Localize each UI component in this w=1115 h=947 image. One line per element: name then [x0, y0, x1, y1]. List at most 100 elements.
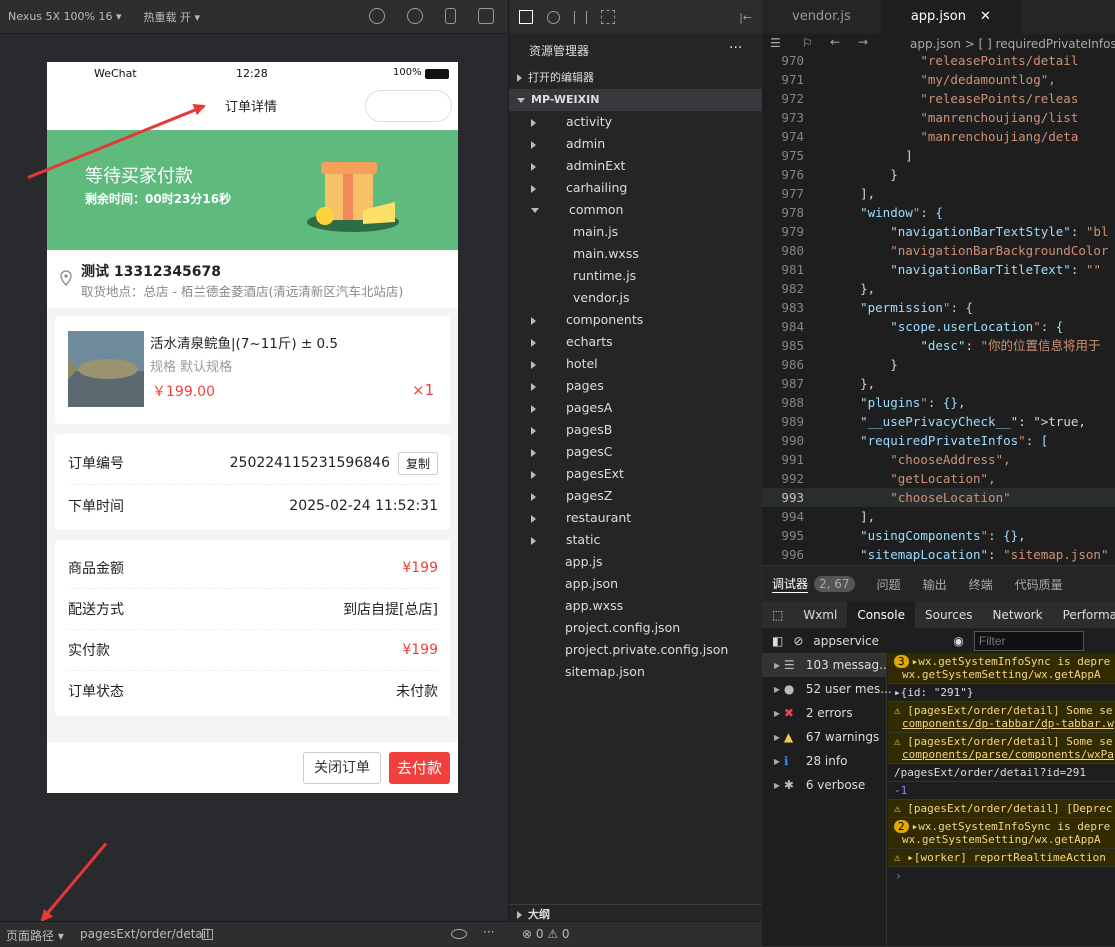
file-item[interactable]: sitemap.json: [509, 661, 762, 683]
inspect-icon[interactable]: ⬚: [762, 602, 793, 628]
code-line: 991 "chooseAddress",: [762, 450, 1115, 469]
console-tab[interactable]: Sources: [915, 602, 982, 628]
issue-count-badge[interactable]: 2, 67: [814, 576, 855, 592]
pay-button[interactable]: 去付款: [389, 752, 450, 784]
explorer-more-icon[interactable]: ···: [729, 40, 742, 56]
folder-item[interactable]: pages: [509, 375, 762, 397]
debug-tab[interactable]: 调试器: [772, 575, 809, 593]
file-item[interactable]: app.wxss: [509, 595, 762, 617]
line-number: 983: [781, 300, 804, 315]
debug-tab[interactable]: 代码质量: [1015, 576, 1063, 593]
code-line: 982 },: [762, 279, 1115, 298]
console-tab[interactable]: Network: [982, 602, 1052, 628]
category-item[interactable]: ▸ ▲ 67 warnings: [762, 725, 886, 749]
problems-count[interactable]: ⊗ 0 ⚠ 0: [522, 927, 570, 941]
folder-item[interactable]: pagesExt: [509, 463, 762, 485]
phone-icon[interactable]: [445, 8, 456, 24]
console-tab[interactable]: Performa: [1053, 602, 1115, 628]
debug-tab[interactable]: 输出: [923, 576, 947, 593]
chevron-right-icon: [531, 118, 536, 127]
message-line: [pagesExt/order/detail] [Deprec: [907, 802, 1113, 815]
line-text: "manrenchoujiang/deta: [920, 129, 1079, 144]
chevron-right-icon: [531, 162, 536, 171]
tab-vendor-js[interactable]: vendor.js: [762, 0, 881, 34]
file-item[interactable]: vendor.js: [509, 287, 762, 309]
context-select[interactable]: appservice: [813, 634, 943, 648]
close-icon[interactable]: ✕: [980, 9, 991, 24]
code-area[interactable]: 970 "releasePoints/detail 971 "my/dedamou…: [762, 51, 1115, 565]
folder-item[interactable]: activity: [509, 111, 762, 133]
eye-icon[interactable]: [451, 929, 467, 939]
search-icon[interactable]: [547, 10, 560, 24]
git-icon[interactable]: [574, 10, 587, 24]
folder-item[interactable]: pagesA: [509, 397, 762, 419]
file-item[interactable]: main.js: [509, 221, 762, 243]
folder-item[interactable]: restaurant: [509, 507, 762, 529]
page-path-label[interactable]: 页面路径 ▾: [6, 927, 64, 944]
list-icon[interactable]: ☰: [770, 36, 781, 50]
forward-icon[interactable]: →: [858, 35, 868, 49]
copy-icon[interactable]: [202, 929, 213, 940]
collapse-panel-icon[interactable]: |←: [739, 11, 752, 24]
folder-item[interactable]: components: [509, 309, 762, 331]
file-item[interactable]: app.js: [509, 551, 762, 573]
clear-console-icon[interactable]: ⊘: [793, 634, 803, 648]
category-item[interactable]: ▸ ☰ 103 messag...: [762, 653, 891, 677]
line-text: }: [830, 357, 898, 372]
folder-item[interactable]: echarts: [509, 331, 762, 353]
stop-icon[interactable]: [407, 8, 423, 24]
live-expression-icon[interactable]: ◉: [953, 634, 963, 648]
folder-item[interactable]: pagesC: [509, 441, 762, 463]
product-qty: ×1: [412, 381, 435, 399]
status-banner: 等待买家付款 剩余时间：00时23分16秒: [47, 130, 458, 250]
battery-icon: [425, 69, 449, 79]
file-item[interactable]: project.private.config.json: [509, 639, 762, 661]
debug-tab[interactable]: 终端: [969, 576, 993, 593]
folder-item[interactable]: common: [509, 199, 762, 221]
device-selector[interactable]: Nexus 5X 100% 16 ▾: [8, 10, 122, 23]
product-card[interactable]: 活水清泉鲩鱼|(7~11斤) ± 0.5 规格 默认规格 ￥199.00 ×1: [55, 316, 450, 424]
folder-item[interactable]: carhailing: [509, 177, 762, 199]
folder-item[interactable]: pagesZ: [509, 485, 762, 507]
console-prompt[interactable]: ›: [888, 867, 1115, 885]
bookmark-icon[interactable]: ⚐: [802, 36, 813, 50]
close-order-button[interactable]: 关闭订单: [303, 752, 381, 784]
back-icon[interactable]: ←: [830, 35, 840, 49]
code-line: 993 "chooseLocation": [762, 488, 1115, 507]
console-message: ⚠ [pagesExt/order/detail] [Deprec: [888, 800, 1115, 818]
category-item[interactable]: ▸ ● 52 user mes...: [762, 677, 892, 701]
code-line: 979 "navigationBarTextStyle": "bl: [762, 222, 1115, 241]
outline-header[interactable]: 大纲: [509, 904, 762, 924]
window-icon[interactable]: [478, 8, 494, 24]
breadcrumb[interactable]: app.json > [ ] requiredPrivateInfos: [910, 37, 1115, 51]
folder-item[interactable]: admin: [509, 133, 762, 155]
folder-item[interactable]: adminExt: [509, 155, 762, 177]
debug-tab[interactable]: 问题: [877, 576, 901, 593]
folder-item[interactable]: static: [509, 529, 762, 551]
menu-capsule[interactable]: [365, 90, 452, 122]
open-editors-header[interactable]: 打开的编辑器: [517, 69, 594, 85]
files-icon[interactable]: [519, 10, 533, 24]
refresh-icon[interactable]: [369, 8, 385, 24]
more-icon[interactable]: ···: [483, 925, 494, 939]
project-header[interactable]: MP-WEIXIN: [509, 89, 762, 111]
category-item[interactable]: ▸ ℹ 28 info: [762, 749, 886, 773]
sidebar-toggle-icon[interactable]: ◧: [772, 634, 783, 648]
file-item[interactable]: main.wxss: [509, 243, 762, 265]
item-label: app.json: [565, 576, 619, 591]
console-tab[interactable]: Wxml: [793, 602, 847, 628]
tab-app-json[interactable]: app.json ✕: [880, 0, 1021, 34]
category-item[interactable]: ▸ ✱ 6 verbose: [762, 773, 886, 797]
file-item[interactable]: app.json: [509, 573, 762, 595]
file-item[interactable]: project.config.json: [509, 617, 762, 639]
message-text: ⚠ [pagesExt/order/detail] Some se: [894, 735, 1113, 748]
category-item[interactable]: ▸ ✖ 2 errors: [762, 701, 886, 725]
folder-item[interactable]: hotel: [509, 353, 762, 375]
hot-reload-toggle[interactable]: 热重载 开 ▾: [144, 9, 201, 25]
extensions-icon[interactable]: [601, 10, 615, 24]
filter-input[interactable]: [973, 630, 1084, 651]
file-item[interactable]: runtime.js: [509, 265, 762, 287]
copy-button[interactable]: 复制: [397, 451, 438, 475]
console-tab[interactable]: Console: [847, 602, 915, 628]
folder-item[interactable]: pagesB: [509, 419, 762, 441]
